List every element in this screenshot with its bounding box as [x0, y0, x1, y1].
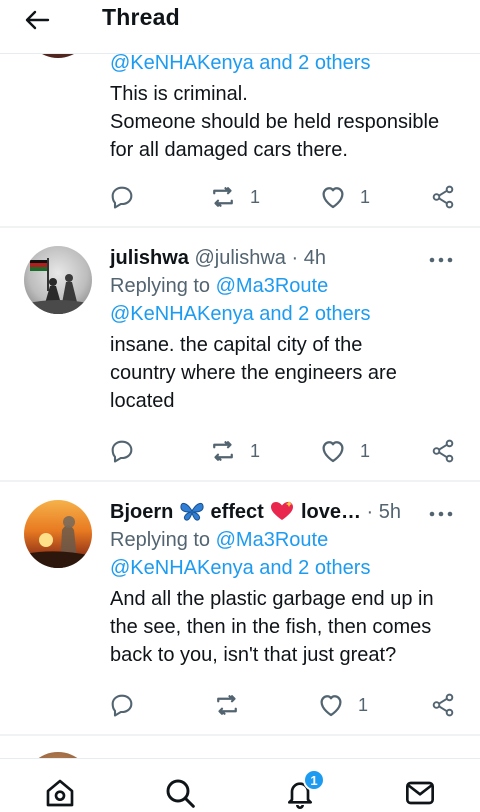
reply-button[interactable]	[108, 434, 136, 468]
share-button[interactable]	[430, 434, 456, 468]
share-icon	[432, 693, 454, 717]
reply-icon	[111, 186, 133, 209]
retweet-button[interactable]: 1	[208, 180, 260, 214]
more-icon	[429, 511, 453, 517]
retweet-icon	[217, 695, 237, 715]
user-display-name-part[interactable]: Bjoern	[110, 501, 173, 523]
retweet-count: 1	[250, 440, 261, 461]
share-icon	[432, 439, 454, 463]
nav-search[interactable]	[162, 777, 198, 812]
retweet-icon	[213, 441, 233, 461]
back-arrow-icon	[25, 10, 50, 30]
replying-label: Replying to	[110, 275, 211, 297]
thread-feed: @KeNHAKenya and 2 others This is crimina…	[0, 0, 480, 812]
reply-button[interactable]	[108, 688, 136, 722]
tweet-2[interactable]: julishwa @julishwa · 4h Replying to @Ma3…	[0, 228, 480, 482]
replying-others-link[interactable]: @KeNHAKenya and 2 others	[110, 300, 458, 328]
tweet-timestamp[interactable]: · 4h	[291, 247, 325, 269]
tweet-text: And all the plastic garbage end up in th…	[110, 588, 434, 666]
heart-icon	[322, 441, 344, 463]
like-button[interactable]: 1	[318, 434, 370, 468]
nav-notifications[interactable]: 1	[282, 769, 325, 812]
replying-to-link[interactable]: @Ma3Route	[216, 529, 329, 551]
more-icon	[429, 257, 453, 263]
replying-others-link[interactable]: @KeNHAKenya and 2 others	[110, 554, 458, 582]
tweet-3[interactable]: Bjoern effect love… · 5h Replying to @Ma…	[0, 482, 480, 736]
top-app-bar: Thread	[0, 0, 480, 54]
share-button[interactable]	[430, 180, 456, 214]
notification-badge: 1	[303, 769, 325, 791]
user-handle[interactable]: @julishwa	[194, 247, 285, 269]
more-options-button[interactable]	[428, 504, 454, 524]
user-display-name-part[interactable]: love…	[301, 501, 361, 523]
like-count: 1	[358, 694, 369, 715]
reply-button[interactable]	[108, 180, 136, 214]
retweet-icon	[213, 187, 233, 207]
divider	[0, 734, 480, 736]
tweet-text: insane. the capital city of the country …	[110, 334, 397, 412]
retweet-button[interactable]	[212, 688, 242, 722]
sparkling-heart-emoji-icon	[271, 501, 294, 520]
replying-to-link[interactable]: @Ma3Route	[216, 275, 329, 297]
reply-icon	[111, 694, 133, 717]
nav-messages[interactable]	[402, 777, 438, 812]
tweet-text: This is criminal. Someone should be held…	[110, 83, 440, 161]
user-display-name-part[interactable]: effect	[210, 501, 263, 523]
butterfly-emoji-icon	[180, 503, 204, 521]
heart-icon	[322, 187, 344, 209]
search-icon	[166, 779, 195, 808]
home-icon	[46, 779, 74, 807]
bottom-navigation: 1	[0, 758, 480, 812]
user-display-name[interactable]: julishwa	[110, 247, 189, 269]
like-count: 1	[360, 186, 371, 207]
like-button[interactable]: 1	[316, 688, 368, 722]
like-button[interactable]: 1	[318, 180, 370, 214]
like-count: 1	[360, 440, 371, 461]
back-button[interactable]	[22, 5, 52, 35]
share-button[interactable]	[430, 688, 456, 722]
replying-label: Replying to	[110, 529, 211, 551]
retweet-count: 1	[250, 186, 261, 207]
messages-icon	[406, 781, 434, 805]
retweet-button[interactable]: 1	[208, 434, 260, 468]
page-title: Thread	[102, 4, 180, 30]
nav-home[interactable]	[42, 777, 78, 812]
heart-icon	[320, 695, 342, 717]
reply-icon	[111, 440, 133, 463]
avatar[interactable]	[24, 500, 92, 568]
avatar[interactable]	[24, 246, 92, 314]
more-options-button[interactable]	[428, 250, 454, 270]
share-icon	[432, 185, 454, 209]
tweet-timestamp[interactable]: · 5h	[367, 501, 401, 523]
